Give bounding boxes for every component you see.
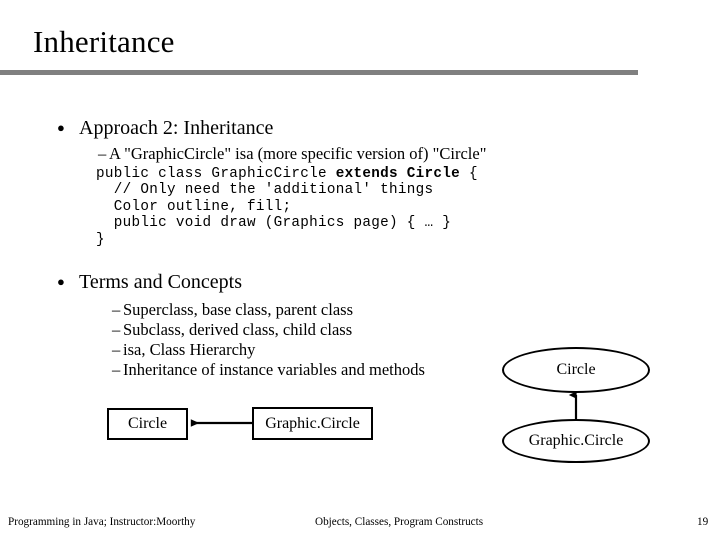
code-snippet: public class GraphicCircle extends Circl…	[96, 166, 478, 248]
footer-topic: Objects, Classes, Program Constructs	[315, 516, 484, 528]
code-line-1-part-3: {	[460, 166, 478, 182]
bullet-terms-and-concepts: ● Terms and Concepts	[57, 270, 242, 294]
dash-marker-icon: –	[98, 144, 107, 163]
box-subclass-graphiccircle-label: Graphic.Circle	[265, 414, 360, 432]
subbullet-subclass-label: Subclass, derived class, child class	[123, 320, 353, 339]
bullet-approach-2-label: Approach 2: Inheritance	[79, 117, 274, 139]
bullet-dot-icon: ●	[57, 274, 65, 289]
bullet-approach-2: ● Approach 2: Inheritance	[57, 116, 273, 140]
subbullet-graphiccircle-isa-label: A "GraphicCircle" isa (more specific ver…	[109, 144, 487, 163]
code-line-2: // Only need the 'additional' things	[96, 182, 434, 199]
footer-course-info: Programming in Java; Instructor:Moorthy	[8, 516, 196, 528]
box-subclass-graphiccircle: Graphic.Circle	[252, 407, 373, 440]
box-superclass-circle-label: Circle	[127, 415, 168, 432]
dash-marker-icon: –	[112, 320, 121, 339]
bullet-terms-and-concepts-label: Terms and Concepts	[79, 271, 243, 293]
subbullet-graphiccircle-isa: – A "GraphicCircle" isa (more specific ve…	[98, 144, 486, 164]
ellipse-subclass-graphiccircle: Graphic.Circle	[502, 419, 650, 463]
title-divider	[0, 70, 638, 75]
dash-marker-icon: –	[112, 360, 121, 379]
code-line-5: }	[96, 231, 105, 248]
dash-marker-icon: –	[112, 340, 121, 359]
subbullet-inheritance-members: – Inheritance of instance variables and m…	[112, 360, 425, 380]
subbullet-isa-hierarchy: – isa, Class Hierarchy	[112, 340, 255, 360]
subbullet-subclass: – Subclass, derived class, child class	[112, 320, 352, 340]
footer-page-number: 19	[697, 516, 709, 528]
code-line-4: public void draw (Graphics page) { … }	[96, 215, 452, 232]
code-line-1-part-1: public class GraphicCircle	[96, 166, 336, 182]
ellipse-subclass-graphiccircle-label: Graphic.Circle	[528, 432, 624, 449]
subbullet-superclass: – Superclass, base class, parent class	[112, 300, 353, 320]
dash-marker-icon: –	[112, 300, 121, 319]
page-title: Inheritance	[33, 24, 175, 59]
subbullet-inheritance-members-label: Inheritance of instance variables and me…	[123, 360, 425, 379]
ellipse-superclass-circle: Circle	[502, 347, 650, 393]
ellipse-superclass-circle-label: Circle	[556, 361, 596, 378]
subbullet-superclass-label: Superclass, base class, parent class	[123, 300, 354, 319]
subbullet-isa-hierarchy-label: isa, Class Hierarchy	[123, 340, 256, 359]
box-superclass-circle: Circle	[107, 408, 188, 440]
bullet-dot-icon: ●	[57, 120, 65, 135]
code-line-3: Color outline, fill;	[96, 198, 292, 215]
code-line-1-keyword: extends Circle	[335, 166, 461, 182]
